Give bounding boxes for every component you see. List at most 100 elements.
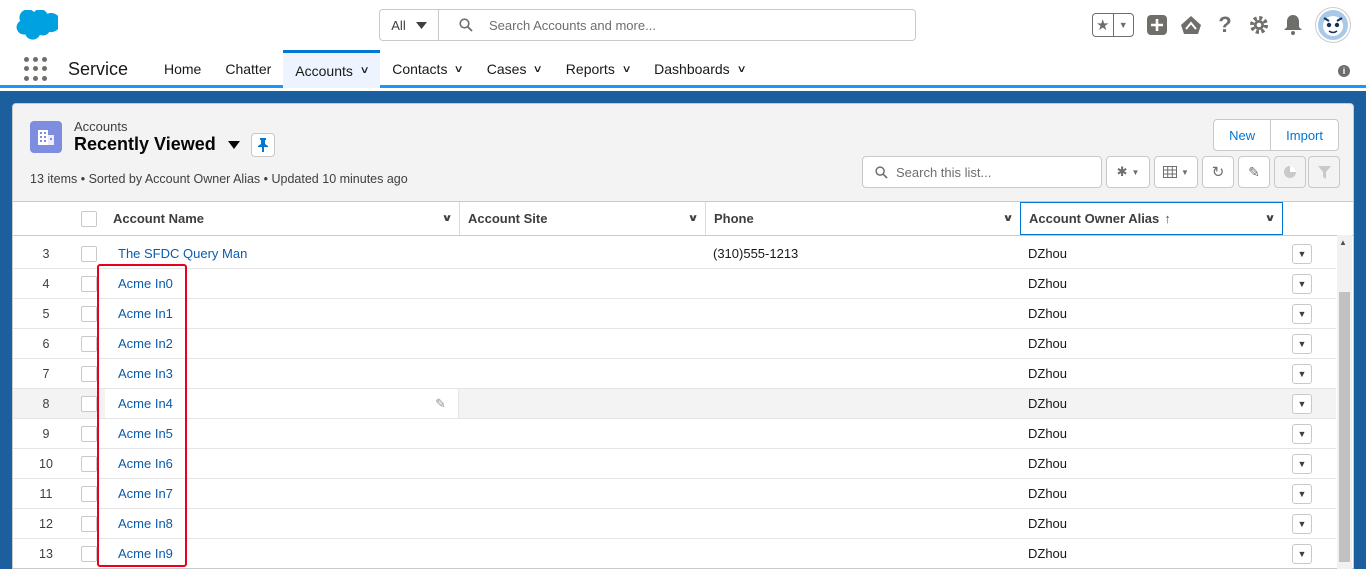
list-view-picker[interactable]: Recently Viewed <box>74 134 240 155</box>
owner-alias-cell: DZhou <box>1028 246 1068 261</box>
user-avatar[interactable] <box>1316 8 1350 42</box>
new-button[interactable]: New <box>1214 120 1270 150</box>
caret-down-icon: ▼ <box>1297 369 1307 379</box>
row-checkbox[interactable] <box>81 335 97 352</box>
display-as-button[interactable]: ▼ <box>1154 156 1198 188</box>
table-row[interactable]: 4 Acme In0 DZhou ▼ <box>13 269 1336 299</box>
row-checkbox[interactable] <box>81 545 97 562</box>
salesforce-logo[interactable] <box>16 9 61 40</box>
row-actions-dropdown[interactable]: ▼ <box>1292 484 1312 504</box>
account-name-link[interactable]: The SFDC Query Man <box>118 246 247 261</box>
refresh-button[interactable]: ↻ <box>1202 156 1234 188</box>
owner-alias-cell: DZhou <box>1028 336 1068 351</box>
table-row[interactable]: 5 Acme In1 DZhou ▼ <box>13 299 1336 329</box>
nav-item-home[interactable]: Home <box>152 50 213 88</box>
list-actions: New Import <box>1213 119 1339 151</box>
row-actions-dropdown[interactable]: ▼ <box>1292 304 1312 324</box>
edit-pencil-icon[interactable]: ✎ <box>435 396 446 412</box>
owner-alias-cell: DZhou <box>1028 306 1068 321</box>
select-all-checkbox[interactable] <box>81 210 97 227</box>
row-actions-dropdown[interactable]: ▼ <box>1292 454 1312 474</box>
favorites-list-chevron-icon[interactable]: ▼ <box>1114 20 1134 30</box>
table-icon <box>1163 166 1178 178</box>
star-icon[interactable]: ★ <box>1093 16 1113 34</box>
caret-down-icon: ▼ <box>1297 459 1307 469</box>
column-header-account-owner-alias[interactable]: Account Owner Alias ↑ ∨ <box>1020 202 1283 235</box>
row-checkbox[interactable] <box>81 425 97 442</box>
chevron-down-icon[interactable]: ∨ <box>736 64 746 75</box>
scrollbar-thumb[interactable] <box>1339 292 1350 562</box>
nav-item-dashboards[interactable]: Dashboards ∨ <box>642 50 757 88</box>
nav-item-chatter[interactable]: Chatter <box>213 50 283 88</box>
scroll-up-arrow[interactable]: ▲ <box>1339 238 1347 247</box>
table-row[interactable]: 9 Acme In5 DZhou ▼ <box>13 419 1336 449</box>
table-row[interactable]: 6 Acme In2 DZhou ▼ <box>13 329 1336 359</box>
list-search-placeholder: Search this list... <box>896 164 992 180</box>
trailhead-icon[interactable] <box>1180 14 1202 36</box>
owner-alias-cell: DZhou <box>1028 546 1068 561</box>
nav-item-contacts[interactable]: Contacts ∨ <box>380 50 475 88</box>
row-number: 6 <box>42 336 50 351</box>
chevron-down-icon[interactable]: ∨ <box>533 64 543 75</box>
notifications-bell-icon[interactable] <box>1282 14 1304 36</box>
row-actions-dropdown[interactable]: ▼ <box>1292 394 1312 414</box>
filter-button[interactable] <box>1308 156 1340 188</box>
chevron-down-icon[interactable]: ∨ <box>441 213 452 224</box>
nav-item-reports[interactable]: Reports ∨ <box>554 50 642 88</box>
add-icon[interactable] <box>1146 14 1168 36</box>
column-header-phone[interactable]: Phone ∨ <box>705 202 1020 235</box>
chevron-down-icon[interactable]: ∨ <box>454 64 464 75</box>
table-row[interactable]: 11 Acme In7 DZhou ▼ <box>13 479 1336 509</box>
list-search-input[interactable]: Search this list... <box>862 156 1102 188</box>
table-row[interactable]: 3 The SFDC Query Man (310)555-1213 DZhou ▼ <box>13 239 1336 269</box>
pin-icon[interactable] <box>251 133 275 157</box>
row-checkbox[interactable] <box>81 515 97 532</box>
help-icon[interactable]: ? <box>1214 12 1236 37</box>
row-checkbox[interactable] <box>81 395 97 412</box>
row-actions-dropdown[interactable]: ▼ <box>1292 544 1312 564</box>
table-row[interactable]: 8 Acme In4 ✎ DZhou ▼ <box>13 389 1336 419</box>
inline-edit-button[interactable]: ✎ <box>1238 156 1270 188</box>
charts-button[interactable] <box>1274 156 1306 188</box>
table-row[interactable]: 7 Acme In3 DZhou ▼ <box>13 359 1336 389</box>
row-checkbox[interactable] <box>81 455 97 472</box>
gear-icon[interactable] <box>1248 14 1270 36</box>
row-number: 10 <box>39 456 53 471</box>
list-view-meta: 13 items • Sorted by Account Owner Alias… <box>30 172 408 186</box>
search-scope-dropdown[interactable]: All <box>380 10 439 40</box>
table-row[interactable]: 10 Acme In6 DZhou ▼ <box>13 449 1336 479</box>
caret-down-icon: ▼ <box>1297 489 1307 499</box>
favorites-button[interactable]: ★ ▼ <box>1092 13 1134 37</box>
row-actions-dropdown[interactable]: ▼ <box>1292 364 1312 384</box>
nav-item-label: Cases <box>486 61 527 77</box>
row-checkbox[interactable] <box>81 305 97 322</box>
column-header-account-name[interactable]: Account Name ∨ <box>105 202 459 235</box>
chevron-down-icon[interactable]: ∨ <box>359 65 369 76</box>
nav-item-accounts[interactable]: Accounts ∨ <box>283 50 381 88</box>
list-settings-button[interactable]: ✱ ▼ <box>1106 156 1150 188</box>
table-row[interactable]: 12 Acme In8 DZhou ▼ <box>13 509 1336 539</box>
row-actions-dropdown[interactable]: ▼ <box>1292 274 1312 294</box>
column-header-account-site[interactable]: Account Site ∨ <box>459 202 705 235</box>
row-checkbox[interactable] <box>81 275 97 292</box>
nav-item-cases[interactable]: Cases ∨ <box>475 50 554 88</box>
row-actions-dropdown[interactable]: ▼ <box>1292 514 1312 534</box>
info-icon[interactable]: i <box>1338 65 1350 77</box>
owner-alias-cell: DZhou <box>1028 456 1068 471</box>
chevron-down-icon[interactable]: ∨ <box>1002 213 1013 224</box>
search-scope-label: All <box>391 17 406 33</box>
table-row[interactable]: 13 Acme In9 DZhou ▼ <box>13 539 1336 568</box>
column-label: Phone <box>714 211 754 226</box>
import-button[interactable]: Import <box>1270 120 1338 150</box>
global-search-input[interactable]: Search Accounts and more... <box>439 18 915 33</box>
app-launcher-icon[interactable] <box>24 57 48 81</box>
row-checkbox[interactable] <box>81 485 97 502</box>
chevron-down-icon[interactable]: ∨ <box>687 213 698 224</box>
chevron-down-icon[interactable]: ∨ <box>621 64 631 75</box>
row-actions-dropdown[interactable]: ▼ <box>1292 334 1312 354</box>
chevron-down-icon[interactable]: ∨ <box>1264 213 1275 224</box>
row-checkbox[interactable] <box>81 365 97 382</box>
row-actions-dropdown[interactable]: ▼ <box>1292 424 1312 444</box>
row-checkbox[interactable] <box>81 245 97 262</box>
row-actions-dropdown[interactable]: ▼ <box>1292 244 1312 264</box>
